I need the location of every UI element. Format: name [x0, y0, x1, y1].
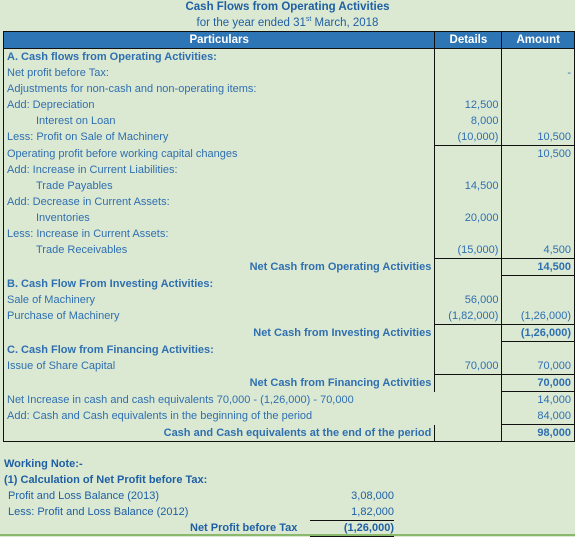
column-header-amount: Amount — [501, 31, 575, 49]
column-header-particulars: Particulars — [2, 31, 436, 49]
table-row: Purchase of Machinery (1,82,000) (1,26,000… — [2, 308, 575, 325]
table-row: Add: Decrease in Current Assets: — [2, 194, 575, 210]
subtotal-row: Net Cash from Investing Activities (1,26,… — [2, 324, 575, 342]
table-row: Issue of Share Capital 70,000 70,000 — [2, 358, 575, 375]
net-cash-operating-value: 14,500 — [501, 258, 575, 276]
subtotal-row: Net Cash from Operating Activities 14,500 — [2, 258, 575, 276]
closing-cash-value: 98,000 — [501, 424, 575, 442]
section-heading-operating: A. Cash flows from Operating Activities: — [2, 48, 436, 65]
working-note-line: Profit and Loss Balance (2013) 3,08,000 — [8, 490, 394, 502]
statement-title: Cash Flows from Operating Activities — [185, 1, 390, 13]
table-row: Trade Payables 14,500 — [2, 178, 575, 194]
table-row: A. Cash flows from Operating Activities: — [2, 48, 575, 65]
table-row: Operating profit before working capital … — [2, 145, 575, 162]
table-row: Add: Increase in Current Liabilities: — [2, 162, 575, 178]
table-row: Adjustments for non-cash and non-operati… — [2, 81, 575, 97]
table-row: Add: Cash and Cash equivalents in the be… — [2, 408, 575, 425]
section-heading-financing: C. Cash Flow from Financing Activities: — [2, 341, 436, 358]
table-row: Add: Depreciation 12,500 — [2, 97, 575, 113]
working-note-line: Less: Profit and Loss Balance (2012) 1,8… — [4, 504, 394, 521]
table-row: Less: Increase in Current Assets: — [2, 226, 575, 242]
working-note-subheading: (1) Calculation of Net Profit before Tax… — [4, 474, 208, 486]
table-row: B. Cash Flow From Investing Activities: — [2, 275, 575, 292]
table-header: Particulars Details Amount — [2, 31, 575, 49]
bottom-border — [0, 534, 575, 536]
table-row: Interest on Loan 8,000 — [2, 113, 575, 129]
table-row: Inventories 20,000 — [2, 210, 575, 226]
column-header-details: Details — [434, 31, 503, 49]
subtotal-row: Net Cash from Financing Activities 70,000 — [2, 374, 575, 392]
net-cash-operating-label: Net Cash from Operating Activities — [2, 258, 436, 276]
closing-cash-label: Cash and Cash equivalents at the end of … — [2, 424, 436, 442]
total-row: Cash and Cash equivalents at the end of … — [2, 424, 575, 442]
table-row: Net profit before Tax: - — [2, 65, 575, 81]
net-cash-investing-value: (1,26,000) — [501, 324, 575, 342]
table-row: C. Cash Flow from Financing Activities: — [2, 341, 575, 358]
net-cash-financing-label: Net Cash from Financing Activities — [2, 374, 436, 392]
working-note-heading: Working Note:- — [4, 458, 83, 470]
working-note: Working Note:- (1) Calculation of Net Pr… — [4, 456, 394, 537]
cash-flow-table: Particulars Details Amount A. Cash flows… — [2, 31, 575, 442]
statement-subtitle: for the year ended 31st March, 2018 — [196, 16, 379, 29]
table-row: Net Increase in cash and cash equivalent… — [2, 391, 575, 408]
table-row: Trade Receivables (15,000) 4,500 — [2, 242, 575, 259]
net-cash-investing-label: Net Cash from Investing Activities — [2, 324, 436, 342]
section-heading-investing: B. Cash Flow From Investing Activities: — [2, 275, 436, 292]
table-row: Sale of Machinery 56,000 — [2, 292, 575, 308]
table-row: Less: Profit on Sale of Machinery (10,000… — [2, 129, 575, 146]
net-cash-financing-value: 70,000 — [501, 374, 575, 392]
